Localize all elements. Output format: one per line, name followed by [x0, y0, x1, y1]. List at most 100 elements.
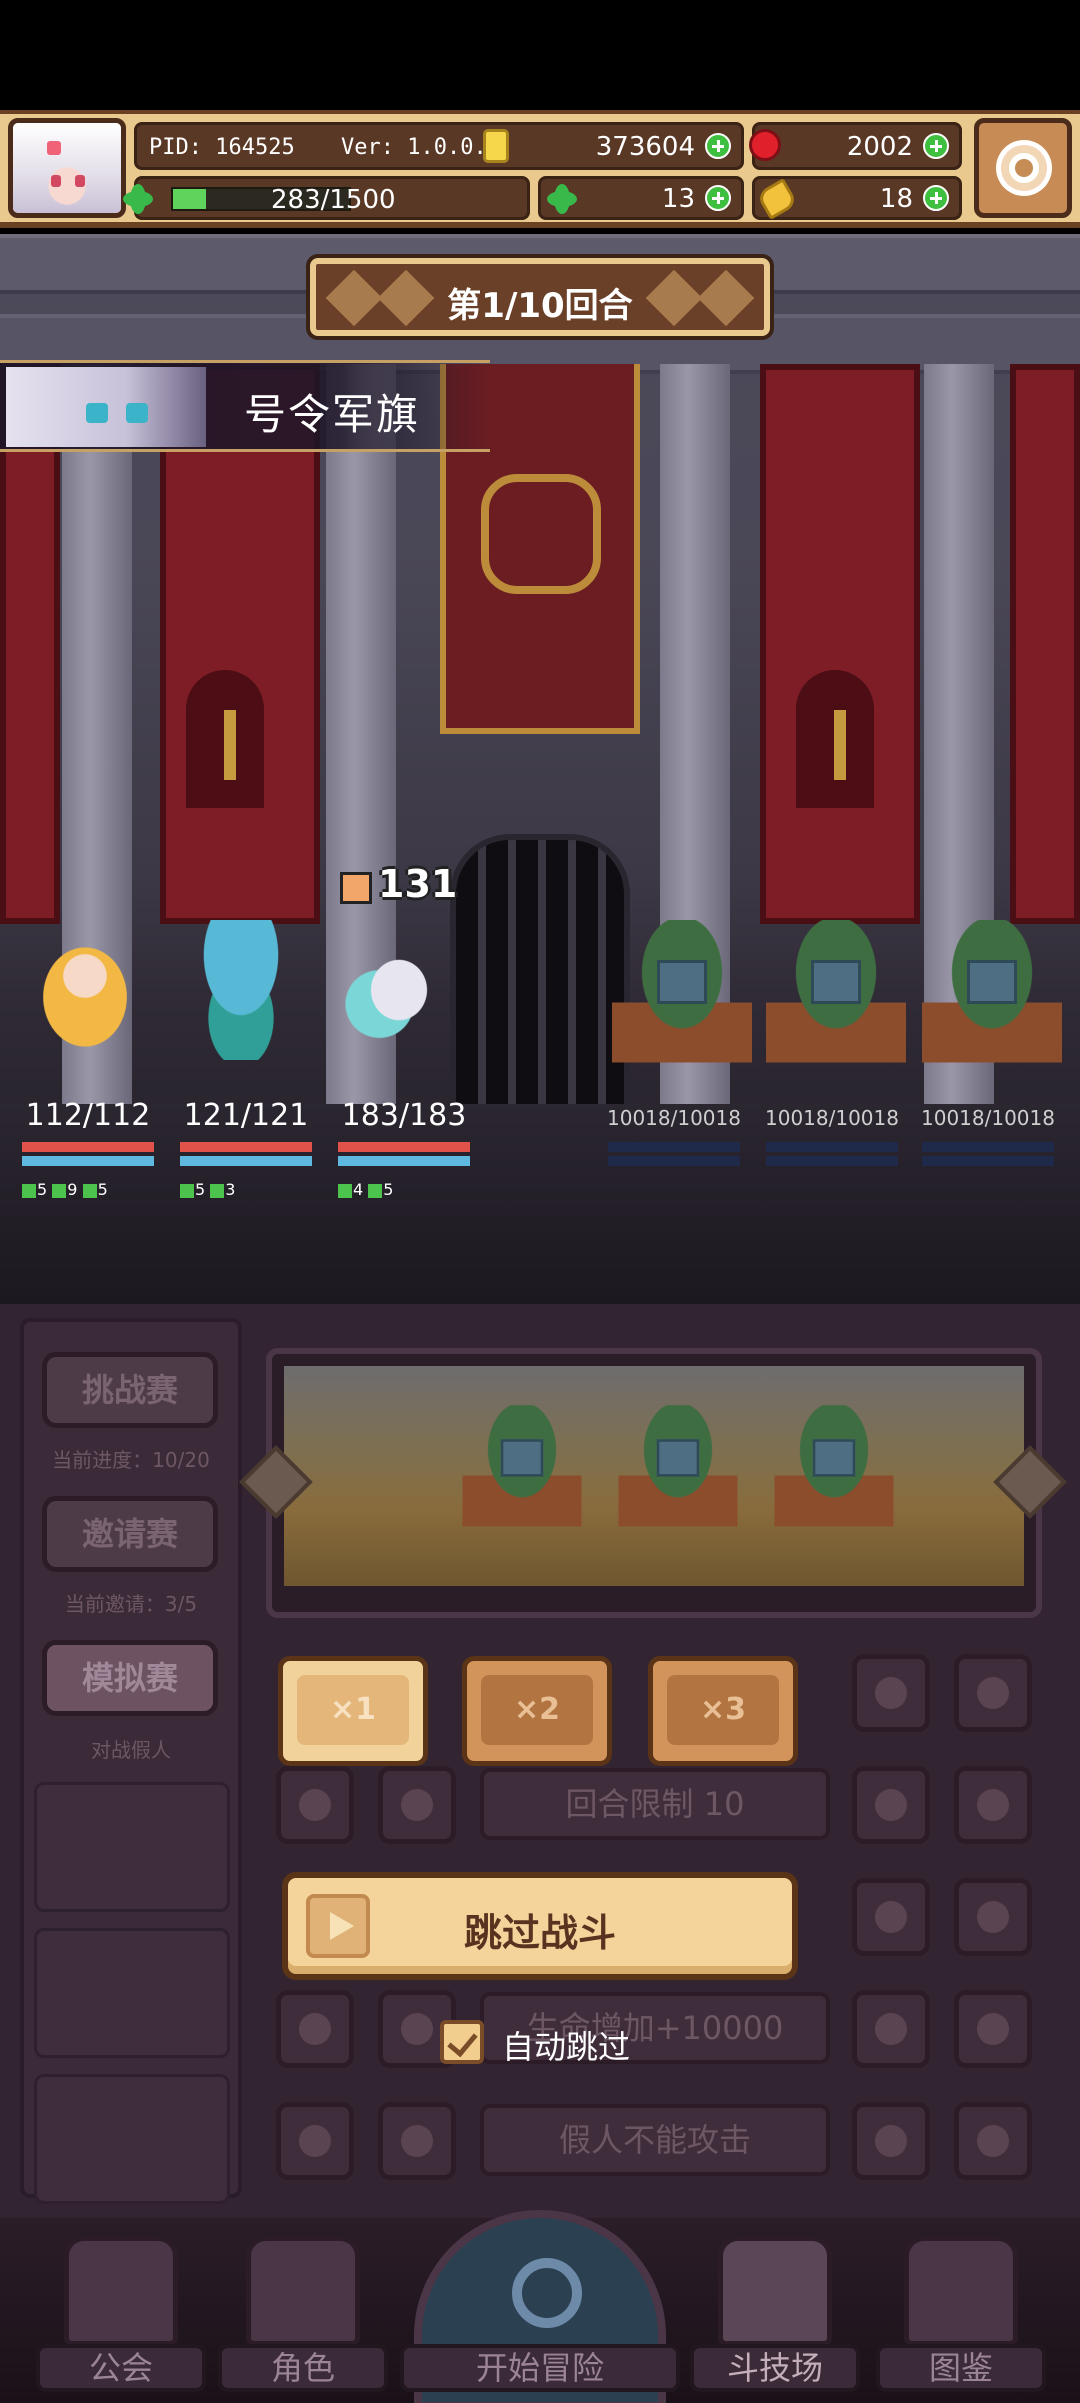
add-gem-button[interactable] [923, 133, 949, 159]
stamina-text: 283/1500 [271, 185, 396, 215]
preview-dummy [618, 1405, 738, 1533]
nav-guild-label: 公会 [36, 2344, 206, 2392]
ally-hp-bar [338, 1142, 470, 1152]
nav-codex[interactable]: 图鉴 [876, 2226, 1046, 2396]
ally-hp-text: 121/121 [183, 1098, 309, 1133]
clover-icon [123, 184, 153, 214]
invite-progress: 当前邀请：3/5 [64, 1592, 198, 1616]
nav-characters-label: 角色 [218, 2344, 388, 2392]
speed-x2-button[interactable]: ×2 [462, 1656, 612, 1766]
nav-start-adventure[interactable]: 开始冒险 [400, 2210, 680, 2403]
speed-buff-icon [368, 1183, 383, 1198]
ally-hp-text: 112/112 [25, 1098, 151, 1133]
ally-bunny-gunner[interactable] [20, 920, 150, 1060]
gold-amount: 373604 [595, 132, 695, 162]
ally-hp-text: 183/183 [341, 1098, 467, 1133]
empty-mode-slot [34, 1782, 230, 1912]
nav-characters[interactable]: 角色 [218, 2226, 388, 2396]
increase-button[interactable] [852, 2102, 930, 2180]
enemy-tree-dummy[interactable] [922, 920, 1062, 1070]
stamina-panel: 283/1500 [123, 176, 530, 220]
ally-spear-knight[interactable] [334, 920, 464, 1060]
add-clover-button[interactable] [705, 185, 731, 211]
enemy-tree-dummy[interactable] [766, 920, 906, 1070]
empty-mode-slot [34, 2074, 230, 2204]
enemy-tree-dummy[interactable] [612, 920, 752, 1070]
min-button[interactable] [276, 1990, 354, 2068]
buff-count: 5 [383, 1180, 394, 1199]
enemy-hp-text: 10018/10018 [921, 1106, 1055, 1130]
min-button[interactable] [276, 2102, 354, 2180]
auto-skip-label: 自动跳过 [502, 2028, 631, 2066]
max-button[interactable] [954, 2102, 1032, 2180]
magnifier-icon [512, 2258, 582, 2328]
enemy-mana-bar [766, 1156, 898, 1166]
avatar-eye [75, 175, 85, 187]
nav-adventure-label: 开始冒险 [400, 2344, 680, 2392]
buff-count: 9 [67, 1180, 78, 1199]
min-button[interactable] [276, 1766, 354, 1844]
increase-button[interactable] [852, 1766, 930, 1844]
clover-panel: 13 [538, 176, 744, 220]
max-button[interactable] [954, 1878, 1032, 1956]
challenge-mode-button[interactable]: 挑战赛 [42, 1352, 218, 1428]
player-avatar[interactable] [8, 118, 126, 218]
decrease-button[interactable] [378, 2102, 456, 2180]
round-banner: 第1/10回合 [310, 258, 770, 336]
buff-count: 4 [353, 1180, 364, 1199]
fist-attack-icon [340, 872, 372, 904]
speed-x1-button[interactable]: ×1 [278, 1656, 428, 1766]
mock-mode-button[interactable]: 模拟赛 [42, 1640, 218, 1716]
buff-count: 3 [225, 1180, 236, 1199]
max-button[interactable] [954, 1990, 1032, 2068]
ally-mushroom-mage[interactable] [176, 920, 306, 1060]
invite-label: 邀请赛 [81, 1515, 178, 1553]
green-clover-icon [547, 184, 577, 214]
ally-mana-bar [22, 1156, 154, 1166]
buff-count: 5 [37, 1180, 48, 1199]
increase-button[interactable] [852, 1654, 930, 1732]
version-label: Ver: 1.0.0.0 [341, 135, 500, 160]
settings-button[interactable] [974, 118, 1072, 218]
add-key-button[interactable] [923, 185, 949, 211]
speed-buff-icon [210, 1183, 225, 1198]
increase-button[interactable] [852, 1990, 930, 2068]
character-head-icon [246, 2236, 360, 2346]
nav-guild[interactable]: 公会 [36, 2226, 206, 2396]
key-amount: 18 [879, 184, 913, 214]
golden-key-icon [755, 178, 799, 220]
avatar-portrait [13, 123, 121, 213]
max-button[interactable] [954, 1654, 1032, 1732]
nav-arena-label: 斗技场 [690, 2344, 860, 2392]
crossed-swords-icon [718, 2236, 832, 2346]
key-panel: 18 [752, 176, 962, 220]
auto-skip-checkbox[interactable] [440, 2020, 484, 2064]
skill-caster-portrait [6, 367, 206, 447]
dummy-face [811, 960, 861, 1004]
stamina-bar-fill [173, 189, 207, 209]
gem-panel: 2002 [749, 122, 962, 170]
avatar-eye [51, 175, 61, 187]
invite-mode-button[interactable]: 邀请赛 [42, 1496, 218, 1572]
ally-mana-bar [338, 1156, 470, 1166]
decrease-button[interactable] [378, 1766, 456, 1844]
speed-x1-label: ×1 [297, 1675, 409, 1745]
nav-arena[interactable]: 斗技场 [690, 2226, 860, 2396]
dungeon-floor [0, 1104, 1080, 1304]
wall-niche [790, 664, 880, 814]
skip-battle-button[interactable]: 跳过战斗 [282, 1872, 798, 1980]
round-counter: 第1/10回合 [447, 286, 633, 326]
preview-dummy [462, 1405, 582, 1533]
max-button[interactable] [954, 1766, 1032, 1844]
round-limit-field: 回合限制 10 [480, 1768, 830, 1840]
portrait-eye [86, 403, 108, 423]
player-info-panel: PID: 164525 Ver: 1.0.0.0 373604 [134, 122, 744, 170]
speed-x3-button[interactable]: ×3 [648, 1656, 798, 1766]
add-gold-button[interactable] [705, 133, 731, 159]
enemy-hp-text: 10018/10018 [607, 1106, 741, 1130]
sword-decor-icon [224, 710, 236, 780]
emblem-octagon [481, 474, 601, 594]
increase-button[interactable] [852, 1878, 930, 1956]
ally-buff-list: 4 5 [338, 1180, 478, 1199]
damage-number: 131 [378, 862, 458, 906]
